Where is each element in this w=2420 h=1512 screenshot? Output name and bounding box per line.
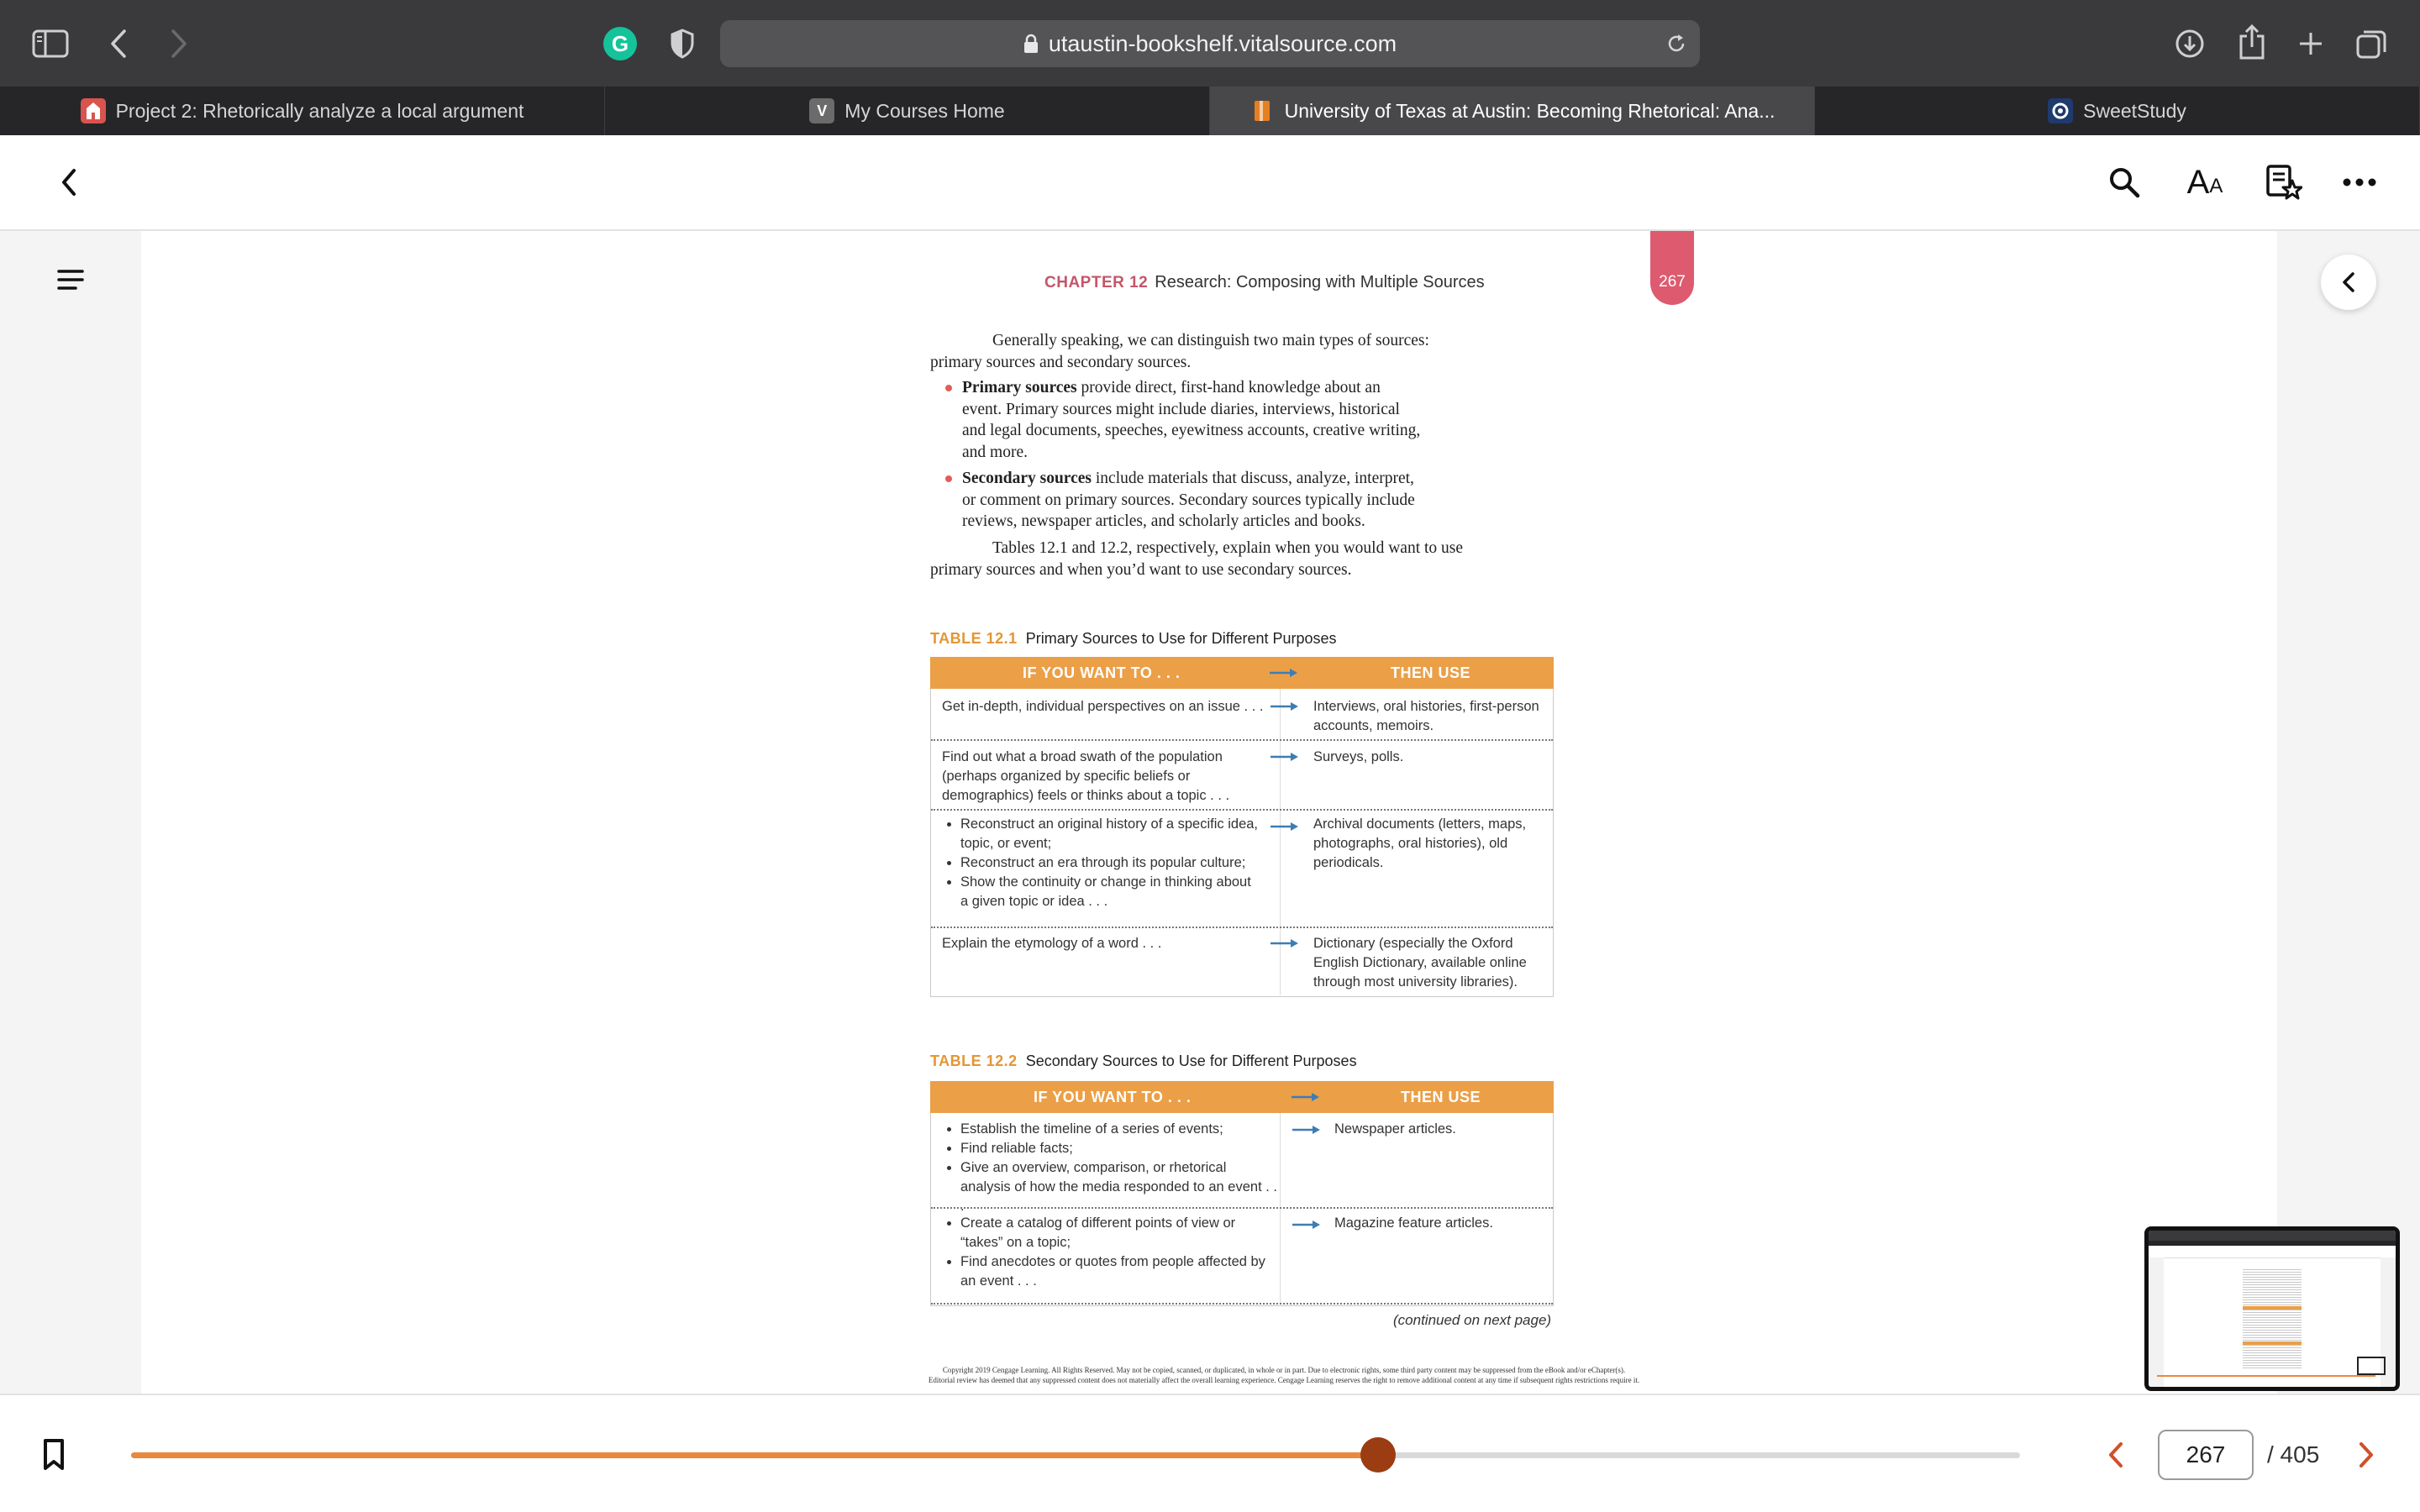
- page-number-tab: 267: [1650, 231, 1694, 305]
- page-progress-thumb[interactable]: [1360, 1437, 1396, 1473]
- book-page: CHAPTER 12 Research: Composing with Multi…: [141, 231, 2277, 1394]
- sweetstudy-favicon-icon: [2048, 98, 2074, 123]
- chevron-left-icon: [2109, 1442, 2123, 1467]
- arrow-icon: [1270, 822, 1298, 831]
- address-bar[interactable]: utaustin-bookshelf.vitalsource.com: [720, 20, 1700, 67]
- hamburger-icon[interactable]: [57, 268, 86, 297]
- canvas-favicon-icon: [80, 98, 106, 123]
- page-total: / 405: [2267, 1441, 2320, 1467]
- intro-line-1: Generally speaking, we can distinguish t…: [992, 332, 1429, 349]
- bullet-dot: [945, 385, 952, 391]
- reload-icon[interactable]: [1661, 29, 1691, 59]
- share-icon[interactable]: [2233, 22, 2270, 62]
- table-2-header: IF YOU WANT TO . . . THEN USE: [930, 1081, 1554, 1113]
- back-chevron-icon[interactable]: [45, 159, 92, 206]
- table-1-header: IF YOU WANT TO . . . THEN USE: [930, 657, 1554, 689]
- tab-project-2[interactable]: Project 2: Rhetorically analyze a local …: [0, 87, 605, 135]
- vitalsource-favicon-icon: V: [809, 98, 835, 123]
- arrow-icon: [1270, 939, 1298, 948]
- url-text: utaustin-bookshelf.vitalsource.com: [1048, 30, 1397, 56]
- tab-my-courses-home[interactable]: V My Courses Home: [605, 87, 1210, 135]
- download-icon[interactable]: [2171, 25, 2208, 62]
- lock-icon: [1023, 34, 1039, 54]
- notes-star-icon[interactable]: [2260, 159, 2307, 206]
- back-icon[interactable]: [104, 25, 133, 62]
- arrow-icon: [1270, 702, 1298, 711]
- page-number-input[interactable]: 267: [2158, 1430, 2254, 1480]
- closing-line-1: Tables 12.1 and 12.2, respectively, expl…: [992, 539, 1464, 557]
- arrow-icon: [1292, 1093, 1319, 1101]
- book-favicon-icon: [1249, 98, 1275, 123]
- bookmark-icon[interactable]: [42, 1438, 67, 1472]
- tab-bar: Project 2: Rhetorically analyze a local …: [0, 87, 2420, 135]
- chapter-header: CHAPTER 12 Research: Composing with Multi…: [1044, 273, 1485, 291]
- arrow-icon: [1292, 1126, 1320, 1134]
- tab-becoming-rhetorical[interactable]: University of Texas at Austin: Becoming …: [1210, 87, 1815, 135]
- table-1-caption: TABLE 12.1 Primary Sources to Use for Dif…: [930, 630, 1337, 647]
- table-2-body: Establish the timeline of a series of ev…: [930, 1113, 1554, 1306]
- reader-header: AA: [0, 135, 2420, 231]
- browser-toolbar: G utaustin-bookshelf.vitalsource.com: [0, 0, 2420, 87]
- plus-icon[interactable]: [2292, 25, 2329, 62]
- tabs-icon[interactable]: [2353, 25, 2390, 62]
- copyright-notice: Copyright 2019 Cengage Learning. All Rig…: [928, 1366, 1640, 1384]
- chevron-right-icon: [2360, 1442, 2373, 1467]
- previous-page-button[interactable]: [2101, 1440, 2131, 1470]
- sidebar-icon[interactable]: [30, 25, 71, 62]
- page-thumbnail-preview[interactable]: [2144, 1226, 2400, 1391]
- collapse-panel-button[interactable]: [2321, 255, 2376, 310]
- bullet-primary: Primary sources provide direct, first-ha…: [962, 379, 1421, 461]
- arrow-icon: [1270, 753, 1298, 761]
- table-2-caption: TABLE 12.2 Secondary Sources to Use for D…: [930, 1053, 1357, 1069]
- bullet-dot: [945, 475, 952, 482]
- shield-icon[interactable]: [666, 27, 699, 60]
- arrow-icon: [1292, 1221, 1320, 1229]
- closing-line-2: primary sources and when you’d want to u…: [930, 561, 1352, 579]
- arrow-icon: [1270, 669, 1297, 677]
- forward-icon[interactable]: [165, 25, 193, 62]
- bullet-secondary: Secondary sources include materials that…: [962, 470, 1415, 530]
- more-icon[interactable]: [2336, 159, 2383, 206]
- tab-sweetstudy[interactable]: SweetStudy: [1815, 87, 2420, 135]
- table-1-body: Get in-depth, individual perspectives on…: [930, 689, 1554, 997]
- search-icon[interactable]: [2101, 159, 2148, 206]
- text-size-icon[interactable]: AA: [2181, 159, 2228, 206]
- continued-note: (continued on next page): [1393, 1312, 1552, 1328]
- intro-line-2: primary sources and secondary sources.: [930, 354, 1192, 371]
- right-gutter: [2277, 231, 2420, 1394]
- chevron-left-icon: [2343, 272, 2354, 292]
- page-progress-fill: [131, 1452, 1378, 1458]
- left-gutter: [0, 231, 141, 1394]
- grammarly-icon[interactable]: G: [603, 27, 637, 60]
- next-page-button[interactable]: [2351, 1440, 2381, 1470]
